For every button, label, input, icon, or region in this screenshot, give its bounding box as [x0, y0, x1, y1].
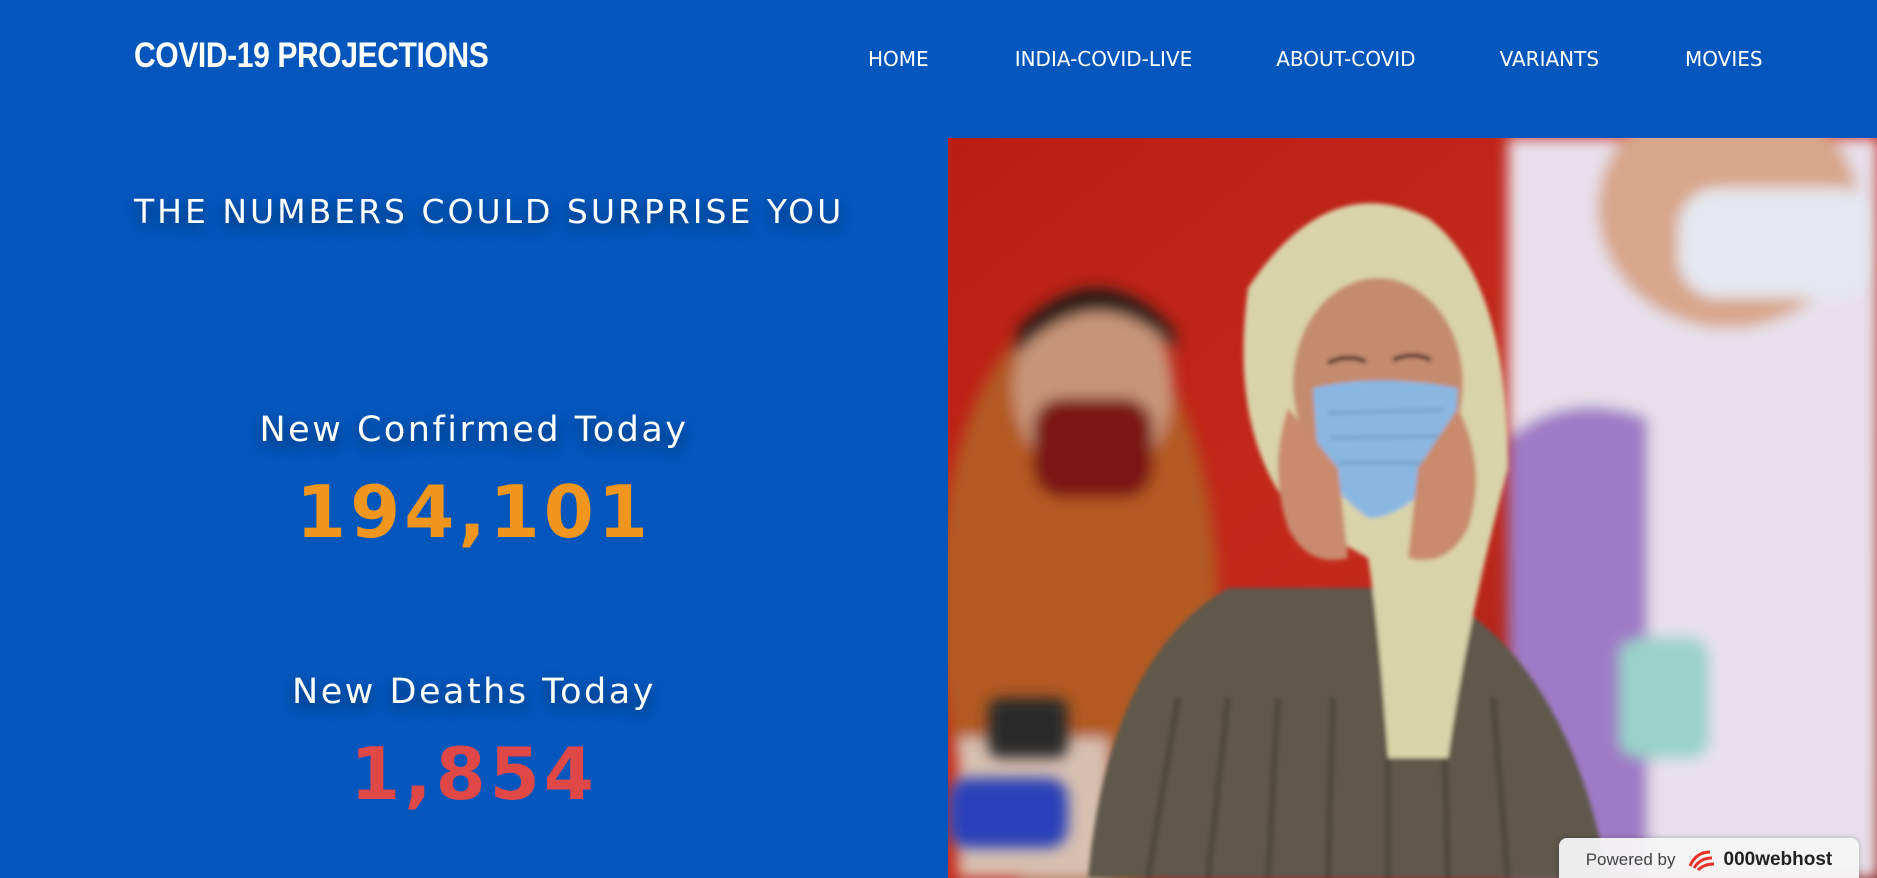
site-logo-title[interactable]: COVID-19 PROJECTIONS — [134, 36, 489, 76]
site-header: COVID-19 PROJECTIONS HOME INDIA-COVID-LI… — [0, 0, 1877, 120]
badge-logo: 000webhost — [1686, 848, 1833, 872]
badge-brand: 000webhost — [1723, 849, 1833, 870]
000webhost-logo-icon — [1688, 850, 1714, 872]
confirmed-label: New Confirmed Today — [259, 410, 689, 450]
main-nav: HOME INDIA-COVID-LIVE ABOUT-COVID VARIAN… — [868, 47, 1763, 71]
deaths-label: New Deaths Today — [292, 672, 656, 712]
powered-by-badge[interactable]: Powered by 000webhost — [1559, 838, 1859, 878]
deaths-value: 1,854 — [350, 732, 598, 816]
hero-photo-illustration — [948, 138, 1877, 878]
page: COVID-19 PROJECTIONS HOME INDIA-COVID-LI… — [0, 0, 1877, 878]
nav-home[interactable]: HOME — [868, 47, 929, 71]
nav-india-covid-live[interactable]: INDIA-COVID-LIVE — [1015, 47, 1193, 71]
nav-variants[interactable]: VARIANTS — [1500, 47, 1599, 71]
nav-about-covid[interactable]: ABOUT-COVID — [1276, 47, 1415, 71]
powered-by-label: Powered by — [1585, 850, 1676, 869]
confirmed-value: 194,101 — [296, 470, 652, 554]
tagline-heading: THE NUMBERS COULD SURPRISE YOU — [134, 192, 845, 231]
nav-movies[interactable]: MOVIES — [1685, 47, 1763, 71]
hero-photo: Powered by 000webhost — [948, 138, 1877, 878]
